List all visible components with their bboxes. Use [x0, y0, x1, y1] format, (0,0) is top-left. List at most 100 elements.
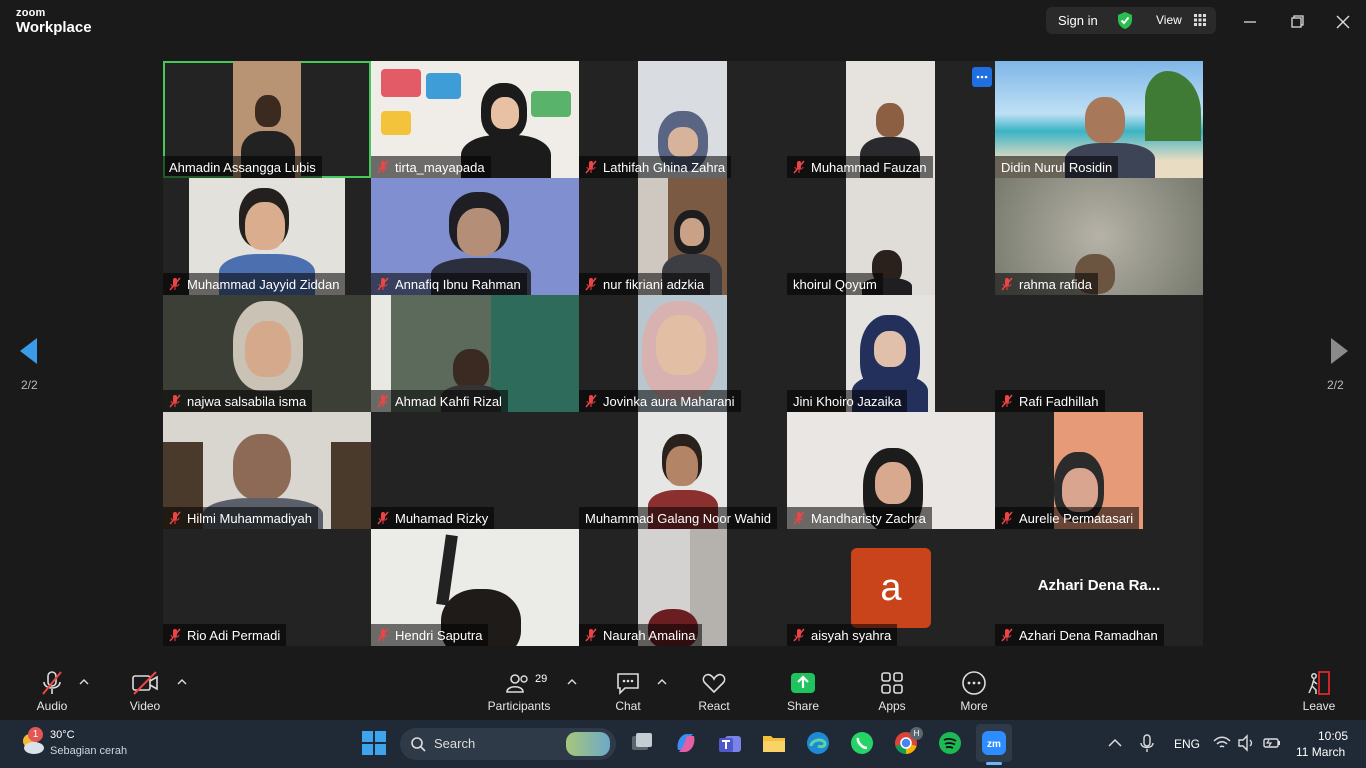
- sign-in-button[interactable]: Sign in: [1058, 13, 1098, 28]
- participant-tile[interactable]: rahma rafida: [995, 178, 1203, 295]
- mic-muted-icon: [377, 277, 389, 291]
- mic-muted-icon: [1001, 394, 1013, 408]
- mic-muted-icon: [377, 511, 389, 525]
- video-button[interactable]: Video: [128, 670, 162, 713]
- participant-name: Naurah Amalina: [579, 624, 702, 646]
- mic-muted-icon: [585, 160, 597, 174]
- participant-tile[interactable]: Naurah Amalina: [579, 529, 787, 646]
- participant-name: Lathifah Ghina Zahra: [579, 156, 732, 178]
- participant-tile[interactable]: nur fikriani adzkia: [579, 178, 787, 295]
- minimize-icon[interactable]: [1238, 10, 1262, 34]
- mic-muted-icon: [377, 160, 389, 174]
- participant-tile[interactable]: Muhammad Jayyid Ziddan: [163, 178, 371, 295]
- shield-check-icon[interactable]: [1116, 11, 1134, 30]
- mic-muted-icon: [42, 671, 62, 695]
- participants-icon: [506, 674, 528, 693]
- more-options-icon[interactable]: [972, 67, 992, 87]
- language-indicator[interactable]: ENG: [1174, 737, 1200, 751]
- participant-name: Azhari Dena Ramadhan: [995, 624, 1164, 646]
- video-gallery: 2/2 2/2 Ahmadin Assangga Lubis tirta_may…: [0, 44, 1366, 660]
- restore-icon[interactable]: [1285, 10, 1309, 34]
- mic-muted-icon: [585, 628, 597, 642]
- participant-tile[interactable]: Hilmi Muhammadiyah: [163, 412, 371, 529]
- view-button[interactable]: View: [1156, 13, 1182, 27]
- heart-icon: [702, 673, 726, 694]
- participant-tile[interactable]: Hendri Saputra: [371, 529, 579, 646]
- chat-icon: [617, 673, 639, 695]
- audio-options-chevron-icon[interactable]: [79, 678, 89, 686]
- participant-name: najwa salsabila isma: [163, 390, 313, 412]
- participant-name: Jovinka aura Maharani: [579, 390, 741, 412]
- search-label: Search: [434, 736, 476, 751]
- participant-tile[interactable]: tirta_mayapada: [371, 61, 579, 178]
- participants-options-chevron-icon[interactable]: [567, 678, 577, 686]
- participant-tile[interactable]: najwa salsabila isma: [163, 295, 371, 412]
- video-options-chevron-icon[interactable]: [177, 678, 187, 686]
- participant-name: Ahmad Kahfi Rizal: [371, 390, 508, 412]
- chat-options-chevron-icon[interactable]: [657, 678, 667, 686]
- mic-muted-icon: [1001, 511, 1013, 525]
- participant-tile[interactable]: Ahmad Kahfi Rizal: [371, 295, 579, 412]
- participant-tile[interactable]: Ahmadin Assangga Lubis: [163, 61, 371, 178]
- participant-name: Muhammad Fauzan: [787, 156, 933, 178]
- participant-tile[interactable]: Rio Adi Permadi: [163, 529, 371, 646]
- mic-muted-icon: [169, 511, 181, 525]
- leave-button[interactable]: Leave: [1302, 670, 1336, 713]
- next-page-icon[interactable]: [1323, 336, 1353, 366]
- participant-name: Rafi Fadhillah: [995, 390, 1105, 412]
- mic-muted-icon: [793, 160, 805, 174]
- clock-time[interactable]: 10:05: [1318, 729, 1348, 743]
- participant-name: Muhammad Galang Noor Wahid: [579, 507, 777, 529]
- brand-bottom: Workplace: [16, 19, 92, 36]
- participant-name: Ahmadin Assangga Lubis: [163, 156, 322, 178]
- search-highlight-image: [566, 732, 610, 756]
- top-controls: Sign in View: [1046, 7, 1216, 34]
- mic-muted-icon: [169, 628, 181, 642]
- close-icon[interactable]: [1331, 10, 1355, 34]
- participant-tile[interactable]: a aisyah syahra: [787, 529, 995, 646]
- audio-button[interactable]: Audio: [36, 670, 68, 713]
- participant-tile[interactable]: Lathifah Ghina Zahra: [579, 61, 787, 178]
- participant-name: nur fikriani adzkia: [579, 273, 711, 295]
- video-off-icon: [132, 671, 158, 695]
- apps-button[interactable]: Apps: [876, 670, 908, 713]
- search-icon: [411, 737, 426, 752]
- participant-tile[interactable]: Azhari Dena Ra... Azhari Dena Ramadhan: [995, 529, 1203, 646]
- participant-tile[interactable]: Muhamad Rizky: [371, 412, 579, 529]
- participant-name: Didin Nurul Rosidin: [995, 156, 1119, 178]
- more-button[interactable]: More: [958, 670, 990, 713]
- windows-start-icon[interactable]: [361, 730, 387, 756]
- react-button[interactable]: React: [696, 670, 732, 713]
- previous-page-icon[interactable]: [15, 336, 45, 366]
- more-icon: [962, 671, 986, 695]
- participant-tile[interactable]: khoirul Qoyum: [787, 178, 995, 295]
- participant-tile[interactable]: Mandharisty Zachra: [787, 412, 995, 529]
- participant-name: Hilmi Muhammadiyah: [163, 507, 318, 529]
- participant-name: tirta_mayapada: [371, 156, 491, 178]
- participant-tile[interactable]: Jini Khoiro Jazaika: [787, 295, 995, 412]
- participant-name: Hendri Saputra: [371, 624, 489, 646]
- taskbar-search[interactable]: Search: [400, 728, 616, 760]
- chat-button[interactable]: Chat: [612, 670, 644, 713]
- page-indicator-left: 2/2: [21, 378, 38, 392]
- participant-name: Muhamad Rizky: [371, 507, 495, 529]
- page-indicator-right: 2/2: [1327, 378, 1344, 392]
- leave-icon: [1308, 671, 1330, 695]
- mic-muted-icon: [1001, 628, 1013, 642]
- participant-name: Mandharisty Zachra: [787, 507, 932, 529]
- participant-tile[interactable]: Rafi Fadhillah: [995, 295, 1203, 412]
- brand-top: zoom: [16, 7, 46, 19]
- participant-tile[interactable]: Muhammad Fauzan: [787, 61, 995, 178]
- participant-tile[interactable]: Aurelie Permatasari: [995, 412, 1203, 529]
- participant-tile[interactable]: Didin Nurul Rosidin: [995, 61, 1203, 178]
- participant-tile[interactable]: Annafiq Ibnu Rahman: [371, 178, 579, 295]
- share-button[interactable]: Share: [786, 670, 820, 713]
- meeting-toolbar: Audio Video Participants 29 Chat React S…: [0, 660, 1366, 720]
- participant-tile[interactable]: Jovinka aura Maharani: [579, 295, 787, 412]
- participant-name: khoirul Qoyum: [787, 273, 883, 295]
- participant-name: Muhammad Jayyid Ziddan: [163, 273, 346, 295]
- mic-muted-icon: [169, 394, 181, 408]
- participant-tile[interactable]: Muhammad Galang Noor Wahid: [579, 412, 787, 529]
- zoom-logo: zoom Workplace: [16, 7, 92, 36]
- windows-taskbar: 1 30°C Sebagian cerah: [0, 720, 1366, 768]
